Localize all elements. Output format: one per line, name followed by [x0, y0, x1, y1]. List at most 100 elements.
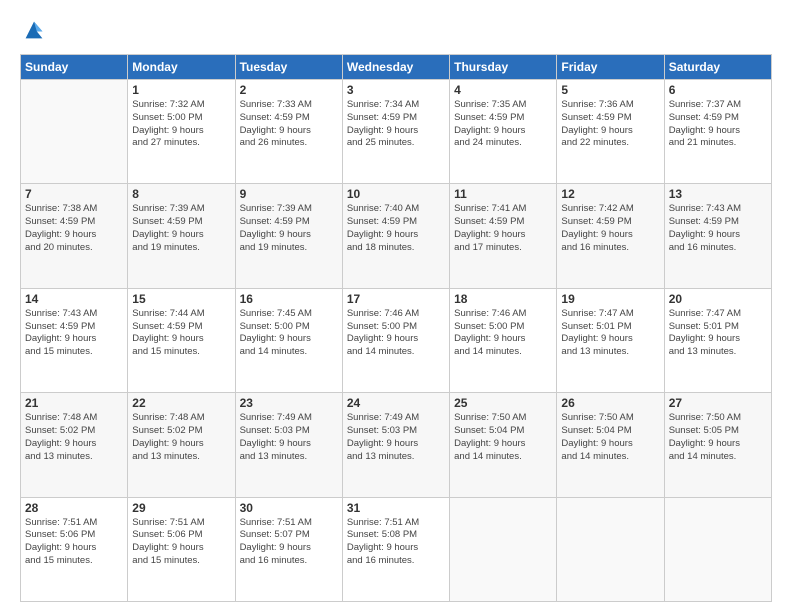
day-number: 13 — [669, 187, 767, 201]
day-info: Sunrise: 7:51 AM Sunset: 5:07 PM Dayligh… — [240, 517, 338, 568]
day-info: Sunrise: 7:32 AM Sunset: 5:00 PM Dayligh… — [132, 99, 230, 150]
calendar-cell: 7 Sunrise: 7:38 AM Sunset: 4:59 PM Daylig… — [21, 184, 128, 288]
day-number: 4 — [454, 83, 552, 97]
calendar-col-wednesday: Wednesday — [342, 55, 449, 80]
calendar-cell: 25 Sunrise: 7:50 AM Sunset: 5:04 PM Dayli… — [450, 393, 557, 497]
calendar-cell: 26 Sunrise: 7:50 AM Sunset: 5:04 PM Dayli… — [557, 393, 664, 497]
day-info: Sunrise: 7:46 AM Sunset: 5:00 PM Dayligh… — [454, 308, 552, 359]
calendar-cell — [557, 497, 664, 601]
day-info: Sunrise: 7:40 AM Sunset: 4:59 PM Dayligh… — [347, 203, 445, 254]
calendar-cell: 9Sunrise: 7:39 AM Sunset: 4:59 PM Daylig… — [235, 184, 342, 288]
day-info: Sunrise: 7:48 AM Sunset: 5:02 PM Dayligh… — [25, 412, 123, 463]
calendar-week-3: 14 Sunrise: 7:43 AM Sunset: 4:59 PM Dayli… — [21, 288, 772, 392]
calendar-cell: 5Sunrise: 7:36 AM Sunset: 4:59 PM Daylig… — [557, 80, 664, 184]
day-number: 24 — [347, 396, 445, 410]
calendar-week-5: 28 Sunrise: 7:51 AM Sunset: 5:06 PM Dayli… — [21, 497, 772, 601]
calendar-cell: 3 Sunrise: 7:34 AM Sunset: 4:59 PM Daylig… — [342, 80, 449, 184]
day-info: Sunrise: 7:49 AM Sunset: 5:03 PM Dayligh… — [347, 412, 445, 463]
calendar-cell: 6 Sunrise: 7:37 AM Sunset: 4:59 PM Daylig… — [664, 80, 771, 184]
day-number: 14 — [25, 292, 123, 306]
calendar-cell: 1 Sunrise: 7:32 AM Sunset: 5:00 PM Daylig… — [128, 80, 235, 184]
day-number: 9 — [240, 187, 338, 201]
day-info: Sunrise: 7:49 AM Sunset: 5:03 PM Dayligh… — [240, 412, 338, 463]
day-number: 8 — [132, 187, 230, 201]
calendar-cell: 13 Sunrise: 7:43 AM Sunset: 4:59 PM Dayli… — [664, 184, 771, 288]
calendar-cell: 17Sunrise: 7:46 AM Sunset: 5:00 PM Dayli… — [342, 288, 449, 392]
day-number: 12 — [561, 187, 659, 201]
calendar-cell: 23Sunrise: 7:49 AM Sunset: 5:03 PM Dayli… — [235, 393, 342, 497]
day-number: 20 — [669, 292, 767, 306]
day-number: 3 — [347, 83, 445, 97]
page: SundayMondayTuesdayWednesdayThursdayFrid… — [0, 0, 792, 612]
day-number: 29 — [132, 501, 230, 515]
logo — [20, 16, 50, 44]
header — [20, 16, 772, 44]
day-number: 21 — [25, 396, 123, 410]
calendar-cell: 8Sunrise: 7:39 AM Sunset: 4:59 PM Daylig… — [128, 184, 235, 288]
day-info: Sunrise: 7:43 AM Sunset: 4:59 PM Dayligh… — [25, 308, 123, 359]
day-info: Sunrise: 7:47 AM Sunset: 5:01 PM Dayligh… — [561, 308, 659, 359]
day-number: 22 — [132, 396, 230, 410]
day-number: 28 — [25, 501, 123, 515]
calendar-cell: 16 Sunrise: 7:45 AM Sunset: 5:00 PM Dayli… — [235, 288, 342, 392]
calendar-cell: 24 Sunrise: 7:49 AM Sunset: 5:03 PM Dayli… — [342, 393, 449, 497]
calendar-col-tuesday: Tuesday — [235, 55, 342, 80]
day-info: Sunrise: 7:50 AM Sunset: 5:04 PM Dayligh… — [561, 412, 659, 463]
day-info: Sunrise: 7:34 AM Sunset: 4:59 PM Dayligh… — [347, 99, 445, 150]
calendar-col-monday: Monday — [128, 55, 235, 80]
day-info: Sunrise: 7:37 AM Sunset: 4:59 PM Dayligh… — [669, 99, 767, 150]
day-number: 11 — [454, 187, 552, 201]
day-number: 6 — [669, 83, 767, 97]
calendar-col-friday: Friday — [557, 55, 664, 80]
calendar-col-thursday: Thursday — [450, 55, 557, 80]
day-number: 25 — [454, 396, 552, 410]
calendar-col-saturday: Saturday — [664, 55, 771, 80]
day-info: Sunrise: 7:43 AM Sunset: 4:59 PM Dayligh… — [669, 203, 767, 254]
logo-icon — [20, 16, 48, 44]
calendar-cell: 22Sunrise: 7:48 AM Sunset: 5:02 PM Dayli… — [128, 393, 235, 497]
calendar-cell — [664, 497, 771, 601]
day-number: 1 — [132, 83, 230, 97]
calendar-cell: 27 Sunrise: 7:50 AM Sunset: 5:05 PM Dayli… — [664, 393, 771, 497]
day-info: Sunrise: 7:50 AM Sunset: 5:04 PM Dayligh… — [454, 412, 552, 463]
calendar-cell — [450, 497, 557, 601]
day-info: Sunrise: 7:45 AM Sunset: 5:00 PM Dayligh… — [240, 308, 338, 359]
day-number: 7 — [25, 187, 123, 201]
calendar-cell: 10 Sunrise: 7:40 AM Sunset: 4:59 PM Dayli… — [342, 184, 449, 288]
calendar-cell: 4 Sunrise: 7:35 AM Sunset: 4:59 PM Daylig… — [450, 80, 557, 184]
calendar-cell: 12 Sunrise: 7:42 AM Sunset: 4:59 PM Dayli… — [557, 184, 664, 288]
calendar-col-sunday: Sunday — [21, 55, 128, 80]
day-info: Sunrise: 7:35 AM Sunset: 4:59 PM Dayligh… — [454, 99, 552, 150]
day-info: Sunrise: 7:33 AM Sunset: 4:59 PM Dayligh… — [240, 99, 338, 150]
day-info: Sunrise: 7:42 AM Sunset: 4:59 PM Dayligh… — [561, 203, 659, 254]
day-info: Sunrise: 7:50 AM Sunset: 5:05 PM Dayligh… — [669, 412, 767, 463]
day-info: Sunrise: 7:36 AM Sunset: 4:59 PM Dayligh… — [561, 99, 659, 150]
day-number: 26 — [561, 396, 659, 410]
day-number: 10 — [347, 187, 445, 201]
day-number: 19 — [561, 292, 659, 306]
day-info: Sunrise: 7:46 AM Sunset: 5:00 PM Dayligh… — [347, 308, 445, 359]
day-info: Sunrise: 7:47 AM Sunset: 5:01 PM Dayligh… — [669, 308, 767, 359]
day-number: 16 — [240, 292, 338, 306]
day-number: 18 — [454, 292, 552, 306]
day-info: Sunrise: 7:44 AM Sunset: 4:59 PM Dayligh… — [132, 308, 230, 359]
calendar-cell: 21 Sunrise: 7:48 AM Sunset: 5:02 PM Dayli… — [21, 393, 128, 497]
day-number: 15 — [132, 292, 230, 306]
calendar-cell: 29Sunrise: 7:51 AM Sunset: 5:06 PM Dayli… — [128, 497, 235, 601]
day-number: 27 — [669, 396, 767, 410]
day-number: 30 — [240, 501, 338, 515]
calendar-cell: 18 Sunrise: 7:46 AM Sunset: 5:00 PM Dayli… — [450, 288, 557, 392]
day-info: Sunrise: 7:51 AM Sunset: 5:06 PM Dayligh… — [25, 517, 123, 568]
calendar-cell: 15 Sunrise: 7:44 AM Sunset: 4:59 PM Dayli… — [128, 288, 235, 392]
calendar-cell: 11 Sunrise: 7:41 AM Sunset: 4:59 PM Dayli… — [450, 184, 557, 288]
day-info: Sunrise: 7:38 AM Sunset: 4:59 PM Dayligh… — [25, 203, 123, 254]
day-info: Sunrise: 7:41 AM Sunset: 4:59 PM Dayligh… — [454, 203, 552, 254]
calendar-cell: 28 Sunrise: 7:51 AM Sunset: 5:06 PM Dayli… — [21, 497, 128, 601]
calendar-week-4: 21 Sunrise: 7:48 AM Sunset: 5:02 PM Dayli… — [21, 393, 772, 497]
calendar-cell — [21, 80, 128, 184]
calendar-cell: 14 Sunrise: 7:43 AM Sunset: 4:59 PM Dayli… — [21, 288, 128, 392]
calendar-cell: 30 Sunrise: 7:51 AM Sunset: 5:07 PM Dayli… — [235, 497, 342, 601]
day-info: Sunrise: 7:51 AM Sunset: 5:08 PM Dayligh… — [347, 517, 445, 568]
calendar-cell: 31Sunrise: 7:51 AM Sunset: 5:08 PM Dayli… — [342, 497, 449, 601]
calendar-cell: 20 Sunrise: 7:47 AM Sunset: 5:01 PM Dayli… — [664, 288, 771, 392]
